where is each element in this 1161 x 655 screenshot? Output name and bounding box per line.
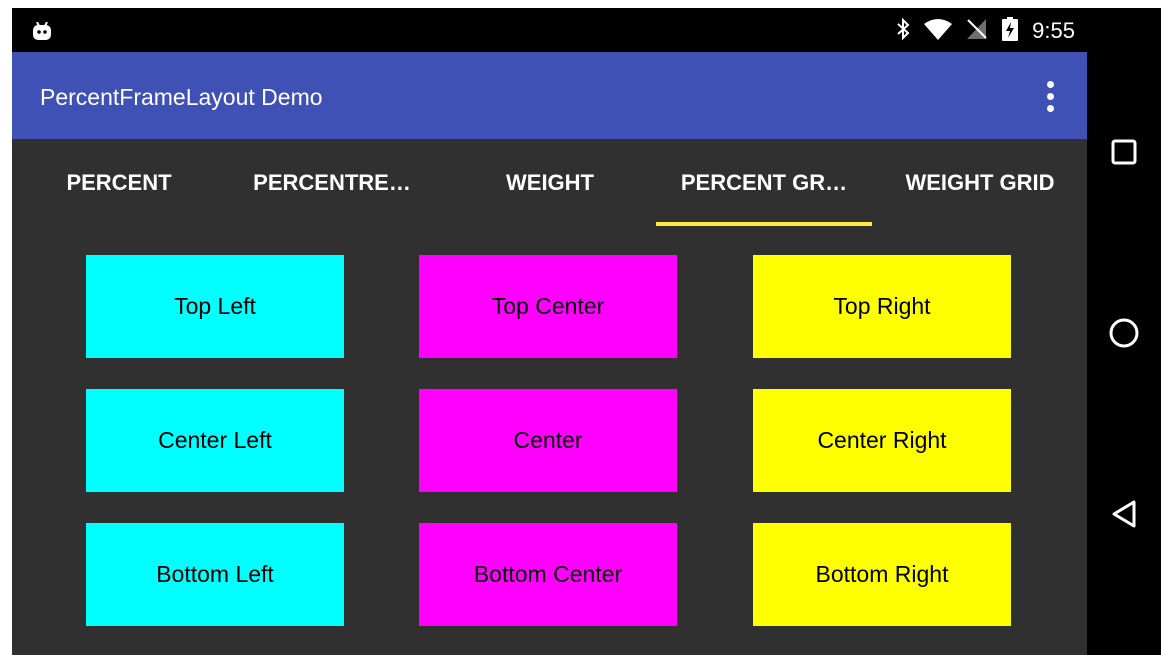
tab-weight-grid[interactable]: WEIGHT GRID — [896, 139, 1064, 226]
cell-bottom-right[interactable]: Bottom Right — [753, 523, 1011, 626]
cell-center-left[interactable]: Center Left — [86, 389, 344, 492]
tab-bar: PERCENT PERCENTRE… WEIGHT PERCENT GR… WE… — [12, 139, 1087, 226]
cell-center[interactable]: Center — [419, 389, 677, 492]
cell-center-right[interactable]: Center Right — [753, 389, 1011, 492]
tab-weight[interactable]: WEIGHT — [488, 139, 612, 226]
cell-top-center[interactable]: Top Center — [419, 255, 677, 358]
tab-percentrelative[interactable]: PERCENTRE… — [246, 139, 418, 226]
cell-bottom-center[interactable]: Bottom Center — [419, 523, 677, 626]
app-title: PercentFrameLayout Demo — [40, 84, 323, 110]
bluetooth-icon — [896, 17, 910, 45]
tab-percent[interactable]: PERCENT — [52, 139, 186, 226]
more-vertical-icon[interactable] — [1035, 76, 1065, 116]
home-circle-icon[interactable] — [1087, 303, 1161, 363]
status-time: 9:55 — [1032, 18, 1075, 43]
navigation-bar — [1087, 8, 1161, 655]
back-triangle-icon[interactable] — [1087, 484, 1161, 544]
percent-grid: Top Left Top Center Top Right Center Lef… — [12, 226, 1087, 655]
cell-top-right[interactable]: Top Right — [753, 255, 1011, 358]
status-bar: 9:55 — [12, 8, 1087, 52]
app-screen: 9:55 PercentFrameLayout Demo PERCENT PER… — [12, 8, 1087, 655]
tab-percent-grid[interactable]: PERCENT GR… — [656, 139, 872, 226]
device-frame: 9:55 PercentFrameLayout Demo PERCENT PER… — [12, 8, 1161, 655]
app-bar: PercentFrameLayout Demo — [12, 52, 1087, 139]
android-robot-icon — [32, 21, 52, 45]
cell-top-left[interactable]: Top Left — [86, 255, 344, 358]
status-icons: 9:55 — [896, 16, 1075, 46]
wifi-icon — [924, 18, 953, 45]
recents-square-icon[interactable] — [1087, 122, 1161, 182]
battery-charging-icon — [1002, 16, 1019, 46]
no-sim-icon — [966, 18, 988, 45]
cell-bottom-left[interactable]: Bottom Left — [86, 523, 344, 626]
